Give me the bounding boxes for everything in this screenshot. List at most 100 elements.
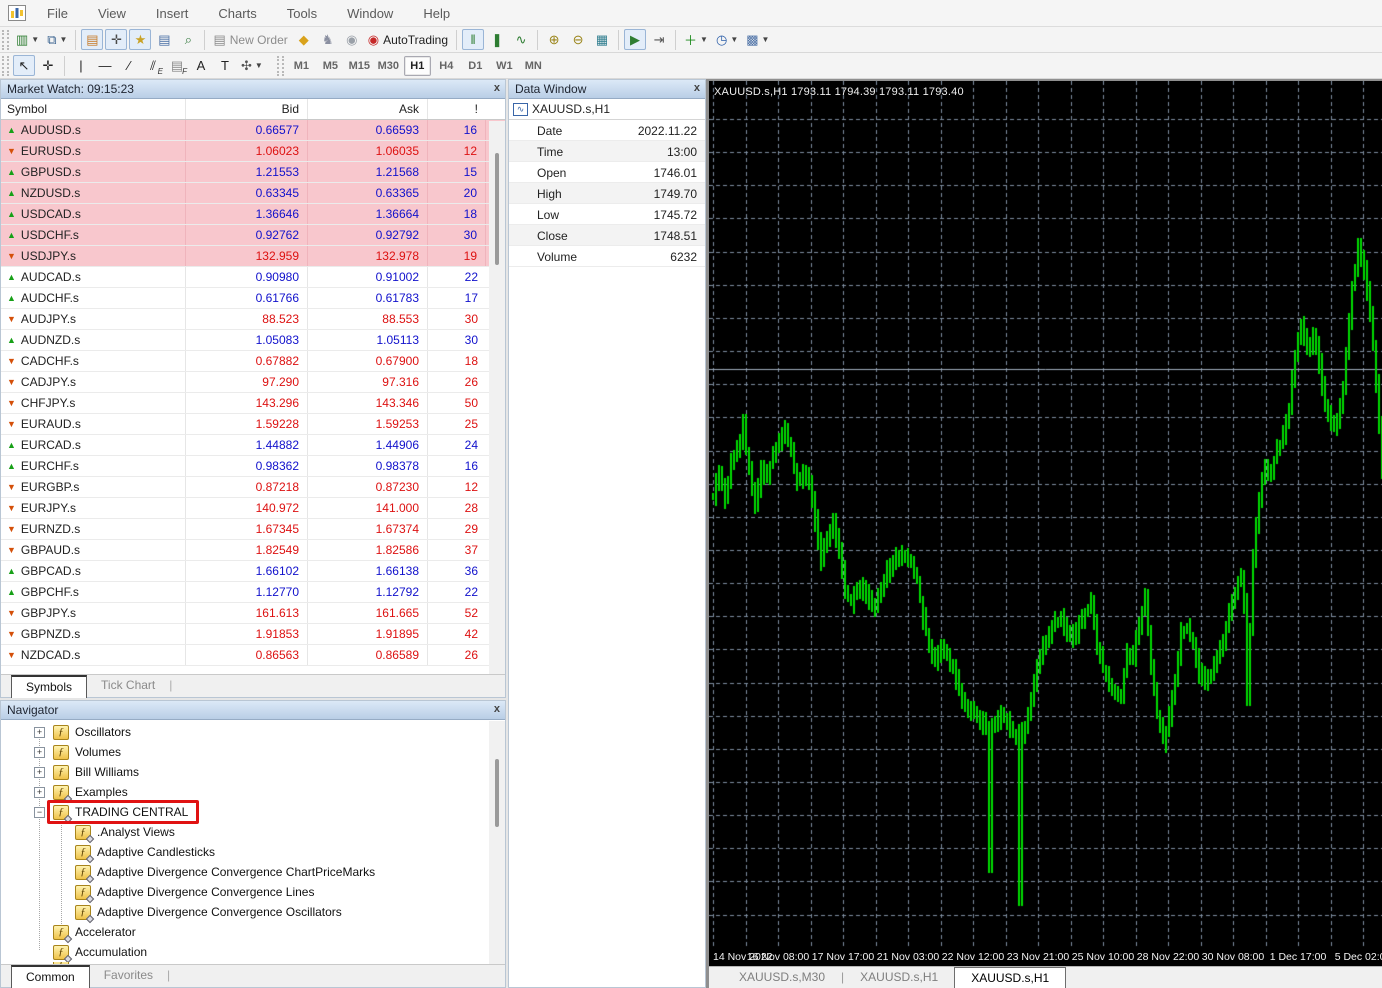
- equidistant-channel-button[interactable]: ⫽E: [142, 55, 164, 76]
- market-watch-toggle[interactable]: ▤: [81, 29, 103, 50]
- table-row[interactable]: ▼CHFJPY.s143.296143.34650: [1, 393, 505, 414]
- crosshair-button[interactable]: ✛: [37, 55, 59, 76]
- candlestick-button[interactable]: ❚: [486, 29, 508, 50]
- table-row[interactable]: ▲GBPCHF.s1.127701.1279222: [1, 582, 505, 603]
- chart-tab-1[interactable]: XAUUSD.s,H1: [844, 967, 954, 987]
- metaeditor-button[interactable]: ◆: [293, 29, 315, 50]
- tree-item-accelerator[interactable]: ƒAccelerator: [1, 922, 505, 942]
- chevron-down-icon[interactable]: ▼: [762, 35, 770, 44]
- table-row[interactable]: ▼AUDJPY.s88.52388.55330: [1, 309, 505, 330]
- table-row[interactable]: ▲AUDUSD.s0.665770.6659316: [1, 120, 505, 141]
- table-row[interactable]: ▲AUDNZD.s1.050831.0511330: [1, 330, 505, 351]
- table-row[interactable]: ▼GBPAUD.s1.825491.8258637: [1, 540, 505, 561]
- tree-item-adaptive-divergence-convergence-lines[interactable]: ƒAdaptive Divergence Convergence Lines: [1, 882, 505, 902]
- table-row[interactable]: ▲GBPUSD.s1.215531.2156815: [1, 162, 505, 183]
- data-window-toggle[interactable]: ✛: [105, 29, 127, 50]
- tree-item-accumulation[interactable]: ƒAccumulation: [1, 942, 505, 962]
- menu-help[interactable]: Help: [408, 0, 465, 27]
- line-chart-button[interactable]: ∿: [510, 29, 532, 50]
- menu-view[interactable]: View: [83, 0, 141, 27]
- chart-tab-2[interactable]: XAUUSD.s,H1: [954, 967, 1066, 988]
- chevron-down-icon[interactable]: ▼: [60, 35, 68, 44]
- timeframe-m5[interactable]: M5: [317, 56, 344, 76]
- chevron-down-icon[interactable]: ▼: [700, 35, 708, 44]
- zoom-in-button[interactable]: ⊕: [543, 29, 565, 50]
- new-chart-button[interactable]: ▥▼: [13, 29, 42, 50]
- chart-time-axis[interactable]: 14 Nov 202216 Nov 08:0017 Nov 17:0021 No…: [709, 949, 1382, 967]
- text-button[interactable]: A: [190, 55, 212, 76]
- table-row[interactable]: ▼EURNZD.s1.673451.6737429: [1, 519, 505, 540]
- table-row[interactable]: ▼CADJPY.s97.29097.31626: [1, 372, 505, 393]
- table-row[interactable]: ▼GBPNZD.s1.918531.9189542: [1, 624, 505, 645]
- tree-item-adaptive-divergence-convergence-oscillators[interactable]: ƒAdaptive Divergence Convergence Oscilla…: [1, 902, 505, 922]
- navigator-toggle[interactable]: ★: [129, 29, 151, 50]
- table-row[interactable]: ▼EURUSD.s1.060231.0603512: [1, 141, 505, 162]
- table-row[interactable]: ▼EURAUD.s1.592281.5925325: [1, 414, 505, 435]
- table-row[interactable]: ▲EURCAD.s1.448821.4490624: [1, 435, 505, 456]
- tree-item-bill-williams[interactable]: +ƒBill Williams: [1, 762, 505, 782]
- close-icon[interactable]: x: [694, 82, 700, 95]
- timeframe-m30[interactable]: M30: [375, 56, 402, 76]
- templates-button[interactable]: ▩▼: [743, 29, 772, 50]
- tab-favorites[interactable]: Favorites: [90, 965, 167, 985]
- navigator-scrollbar[interactable]: [489, 721, 505, 966]
- trendline-button[interactable]: ∕: [118, 55, 140, 76]
- table-row[interactable]: ▲NZDUSD.s0.633450.6336520: [1, 183, 505, 204]
- timeframe-h4[interactable]: H4: [433, 56, 460, 76]
- collapse-minus-icon[interactable]: −: [34, 807, 45, 818]
- arrows-button[interactable]: ✣▼: [238, 55, 266, 76]
- table-row[interactable]: ▼EURJPY.s140.972141.00028: [1, 498, 505, 519]
- chevron-down-icon[interactable]: ▼: [255, 61, 263, 70]
- chart-shift-button[interactable]: ⇥: [648, 29, 670, 50]
- menu-insert[interactable]: Insert: [141, 0, 204, 27]
- tree-item-volumes[interactable]: +ƒVolumes: [1, 742, 505, 762]
- expand-plus-icon[interactable]: +: [34, 767, 45, 778]
- zoom-out-button[interactable]: ⊖: [567, 29, 589, 50]
- table-row[interactable]: ▼NZDCAD.s0.865630.8658926: [1, 645, 505, 666]
- timeframe-mn[interactable]: MN: [520, 56, 547, 76]
- column-bid[interactable]: Bid: [186, 99, 308, 119]
- terminal-toggle[interactable]: ▤: [153, 29, 175, 50]
- menu-file[interactable]: File: [32, 0, 83, 27]
- cursor-button[interactable]: ↖: [13, 55, 35, 76]
- profiles-button[interactable]: ⧉▼: [44, 29, 70, 50]
- chevron-down-icon[interactable]: ▼: [31, 35, 39, 44]
- timeframe-w1[interactable]: W1: [491, 56, 518, 76]
- tree-item-adaptive-candlesticks[interactable]: ƒAdaptive Candlesticks: [1, 842, 505, 862]
- column-symbol[interactable]: Symbol: [1, 99, 186, 119]
- fibonacci-button[interactable]: ▤F: [166, 55, 188, 76]
- new-order-button[interactable]: ▤New Order: [210, 29, 290, 50]
- strategy-button[interactable]: ♞: [317, 29, 339, 50]
- table-row[interactable]: ▼EURGBP.s0.872180.8723012: [1, 477, 505, 498]
- menu-tools[interactable]: Tools: [272, 0, 332, 27]
- table-row[interactable]: ▼USDJPY.s132.959132.97819: [1, 246, 505, 267]
- table-row[interactable]: ▲USDCHF.s0.927620.9279230: [1, 225, 505, 246]
- table-row[interactable]: ▲AUDCHF.s0.617660.6178317: [1, 288, 505, 309]
- tree-item-examples[interactable]: +ƒExamples: [1, 782, 505, 802]
- timeframe-d1[interactable]: D1: [462, 56, 489, 76]
- menu-window[interactable]: Window: [332, 0, 408, 27]
- price-chart-canvas[interactable]: [709, 81, 1382, 947]
- chart-tab-0[interactable]: XAUUSD.s,M30: [723, 967, 841, 987]
- column-spread[interactable]: !: [428, 99, 486, 119]
- tile-windows-button[interactable]: ▦: [591, 29, 613, 50]
- close-icon[interactable]: x: [494, 82, 500, 95]
- timeframe-m1[interactable]: M1: [288, 56, 315, 76]
- tab-symbols[interactable]: Symbols: [11, 675, 87, 698]
- market-watch-scrollbar[interactable]: [489, 121, 505, 675]
- table-row[interactable]: ▲USDCAD.s1.366461.3666418: [1, 204, 505, 225]
- table-row[interactable]: ▲EURCHF.s0.983620.9837816: [1, 456, 505, 477]
- expand-plus-icon[interactable]: +: [34, 747, 45, 758]
- expand-plus-icon[interactable]: +: [34, 787, 45, 798]
- chevron-down-icon[interactable]: ▼: [730, 35, 738, 44]
- autotrading-button[interactable]: ◉AutoTrading: [365, 29, 451, 50]
- table-row[interactable]: ▼CADCHF.s0.678820.6790018: [1, 351, 505, 372]
- auto-scroll-button[interactable]: ▶: [624, 29, 646, 50]
- toolbar-grip[interactable]: [2, 30, 9, 50]
- tab-common[interactable]: Common: [11, 965, 90, 988]
- text-label-button[interactable]: T: [214, 55, 236, 76]
- tab-tick-chart[interactable]: Tick Chart: [87, 675, 169, 695]
- vertical-line-button[interactable]: |: [70, 55, 92, 76]
- close-icon[interactable]: x: [494, 703, 500, 716]
- table-row[interactable]: ▲AUDCAD.s0.909800.9100222: [1, 267, 505, 288]
